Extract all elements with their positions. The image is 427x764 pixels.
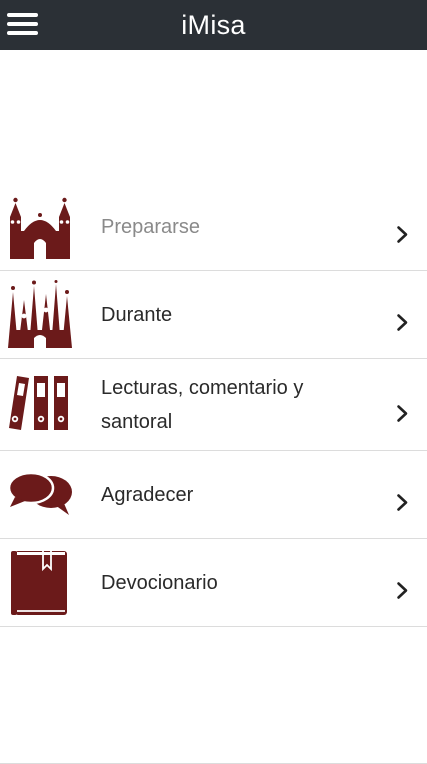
menu-item-label: Agradecer (101, 484, 194, 506)
menu-item-prepararse[interactable]: Prepararse (0, 183, 427, 271)
speech-bubbles-icon (7, 471, 72, 515)
menu-item-lecturas[interactable]: Lecturas, comentario y santoral (0, 359, 427, 451)
top-bar: iMisa (0, 0, 427, 50)
prayer-book-icon (11, 551, 67, 615)
menu-item-label: Durante (101, 304, 173, 326)
chevron-right-icon (397, 405, 408, 422)
chevron-right-icon (397, 494, 408, 511)
binders-icon (9, 376, 68, 430)
menu-item-label: Devocionario (101, 572, 218, 594)
menu-item-durante[interactable]: Durante (0, 271, 427, 359)
cathedral-spires-icon (8, 280, 72, 348)
menu-item-label-line2: santoral (101, 411, 173, 433)
church-facade-icon (10, 197, 70, 259)
chevron-right-icon (397, 582, 408, 599)
app-title: iMisa (181, 10, 246, 40)
main-menu: Prepararse Durante Lecturas, comentario … (0, 183, 427, 627)
menu-item-label-line1: Lecturas, comentario y (101, 377, 304, 399)
menu-item-agradecer[interactable]: Agradecer (0, 451, 427, 539)
chevron-right-icon (397, 314, 408, 331)
menu-item-label: Prepararse (101, 216, 200, 238)
chevron-right-icon (397, 226, 408, 243)
menu-item-devocionario[interactable]: Devocionario (0, 539, 427, 627)
